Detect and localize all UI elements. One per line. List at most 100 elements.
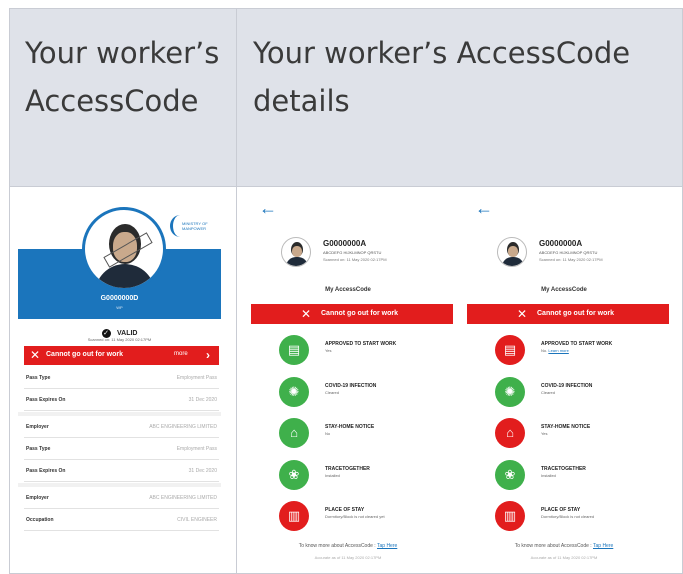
worker-photo — [82, 207, 166, 291]
detail-row: Pass Expires On 31 Dec 2020 — [24, 389, 219, 411]
status-label: COVID-19 INFECTION — [541, 383, 593, 389]
status-item: ⌂ STAY-HOME NOTICE No — [279, 418, 449, 458]
detail-value: ABC ENGINEERING LIMITED — [149, 424, 217, 430]
section-title: My AccessCode — [541, 287, 587, 293]
detail-key: Occupation — [26, 517, 54, 523]
worker-name: ABCDEFG HIJKLMNOP QRSTU — [539, 250, 598, 255]
work-status-text: Cannot go out for work — [46, 351, 123, 358]
status-value: Dormitory/Block is not cleared — [541, 514, 595, 519]
status-label: PLACE OF STAY — [541, 507, 581, 513]
detail-row: Employer ABC ENGINEERING LIMITED — [24, 416, 219, 438]
work-status-bar: ✕ Cannot go out for work — [467, 304, 669, 324]
column-divider — [236, 9, 237, 573]
status-label: TRACETOGETHER — [325, 466, 370, 472]
document-icon: ▤ — [279, 335, 309, 365]
status-value: Yes — [541, 431, 548, 436]
back-arrow-icon[interactable]: ← — [259, 198, 277, 219]
work-status-text: Cannot go out for work — [537, 310, 614, 317]
work-status-bar: ✕ Cannot go out for work — [251, 304, 453, 324]
no-work-icon: ✕ — [30, 348, 41, 362]
back-arrow-icon[interactable]: ← — [475, 198, 493, 219]
status-value: No. Learn more — [541, 348, 569, 353]
status-item: ✺ COVID-19 INFECTION Cleared — [279, 377, 449, 417]
virus-icon: ✺ — [279, 377, 309, 407]
left-column-header: Your worker’s AccessCode — [25, 36, 220, 118]
status-item: ❀ TRACETOGETHER Installed — [279, 460, 449, 500]
virus-icon: ✺ — [495, 377, 525, 407]
status-label: APPROVED TO START WORK — [541, 341, 613, 347]
no-work-icon: ✕ — [517, 307, 528, 321]
more-info-text: To know more about AccessCode : — [298, 543, 376, 549]
detail-key: Pass Type — [26, 375, 51, 381]
more-link[interactable]: more — [174, 351, 188, 357]
detail-value: CIVIL ENGINEER — [177, 517, 217, 523]
detail-row: Pass Type Employment Pass — [24, 438, 219, 460]
work-status-bar[interactable]: ✕ Cannot go out for work more › — [24, 346, 219, 365]
building-icon: ▥ — [495, 501, 525, 531]
status-item: ⌂ STAY-HOME NOTICE Yes — [495, 418, 665, 458]
tracetogether-icon: ❀ — [279, 460, 309, 490]
section-title: My AccessCode — [325, 287, 371, 293]
detail-row: Occupation CIVIL ENGINEER — [24, 509, 219, 531]
home-icon: ⌂ — [495, 418, 525, 448]
accesscode-details-screen-1: ← G0000000A ABCDEFG HIJKLMNOP QRSTU Scan… — [243, 197, 453, 567]
accuracy-footer: Accurate as of 11 May 2020 02:17PM — [530, 555, 598, 560]
accuracy-footer: Accurate as of 11 May 2020 02:17PM — [314, 555, 382, 560]
status-value: Installed — [325, 473, 340, 478]
scanned-timestamp: Scanned on: 11 May 2020 02:17PM — [87, 337, 152, 342]
detail-row: Employer ABC ENGINEERING LIMITED — [24, 487, 219, 509]
accesscode-card-screen: MINISTRY OF MANPOWER G0000000D WP ✓ VALI… — [18, 197, 221, 557]
chevron-right-icon: › — [206, 348, 210, 362]
status-value: Dormitory/Block is not cleared yet — [325, 514, 385, 519]
status-label: STAY-HOME NOTICE — [541, 424, 591, 430]
detail-key: Pass Expires On — [26, 397, 66, 403]
detail-key: Pass Expires On — [26, 468, 66, 474]
accesscode-details-screen-2: ← G0000000A ABCDEFG HIJKLMNOP QRSTU Scan… — [459, 197, 669, 567]
status-label: COVID-19 INFECTION — [325, 383, 377, 389]
more-info-text: To know more about AccessCode : — [514, 543, 592, 549]
tap-here-link[interactable]: Tap Here — [377, 543, 397, 549]
tracetogether-icon: ❀ — [495, 460, 525, 490]
tap-here-link[interactable]: Tap Here — [593, 543, 613, 549]
status-item: ❀ TRACETOGETHER Installed — [495, 460, 665, 500]
detail-value: Employment Pass — [176, 375, 217, 381]
avatar — [497, 237, 527, 267]
building-icon: ▥ — [279, 501, 309, 531]
status-value: Installed — [541, 473, 556, 478]
work-status-text: Cannot go out for work — [321, 310, 398, 317]
ministry-logo: MINISTRY OF MANPOWER — [170, 215, 218, 239]
worker-name: ABCDEFG HIJKLMNOP QRSTU — [323, 250, 382, 255]
home-icon: ⌂ — [279, 418, 309, 448]
status-value: Cleared — [325, 390, 340, 395]
learn-more-link[interactable]: Learn more — [548, 348, 568, 353]
status-label: STAY-HOME NOTICE — [325, 424, 375, 430]
status-value: Yes — [325, 348, 332, 353]
detail-key: Employer — [26, 424, 49, 430]
detail-key: Pass Type — [26, 446, 51, 452]
no-work-icon: ✕ — [301, 307, 312, 321]
detail-value: ABC ENGINEERING LIMITED — [149, 495, 217, 501]
right-column-header: Your worker’s AccessCode details — [253, 36, 631, 118]
more-info: To know more about AccessCode : Tap Here — [459, 543, 669, 549]
status-item: ▥ PLACE OF STAY Dormitory/Block is not c… — [279, 501, 449, 541]
status-value: No — [325, 431, 331, 436]
detail-row: Pass Expires On 31 Dec 2020 — [24, 460, 219, 482]
avatar — [281, 237, 311, 267]
scanned-timestamp: Scanned on: 11 May 2020 02:17PM — [539, 257, 603, 262]
detail-value: 31 Dec 2020 — [188, 468, 217, 474]
status-item: ✺ COVID-19 INFECTION Cleared — [495, 377, 665, 417]
status-item: ▤ APPROVED TO START WORK No. Learn more — [495, 335, 665, 375]
table-header-row: Your worker’s AccessCode Your worker’s A… — [10, 9, 682, 187]
document-icon: ▤ — [495, 335, 525, 365]
status-label: PLACE OF STAY — [325, 507, 365, 513]
status-label: TRACETOGETHER — [541, 466, 586, 472]
worker-id: G0000000A — [323, 239, 367, 248]
scanned-timestamp: Scanned on: 11 May 2020 02:17PM — [323, 257, 387, 262]
worker-id: G0000000D — [100, 295, 139, 302]
detail-value: Employment Pass — [176, 446, 217, 452]
detail-value: 31 Dec 2020 — [188, 397, 217, 403]
status-label: APPROVED TO START WORK — [325, 341, 397, 347]
worker-subtitle: WP — [116, 305, 123, 310]
status-item: ▤ APPROVED TO START WORK Yes — [279, 335, 449, 375]
status-item: ▥ PLACE OF STAY Dormitory/Block is not c… — [495, 501, 665, 541]
